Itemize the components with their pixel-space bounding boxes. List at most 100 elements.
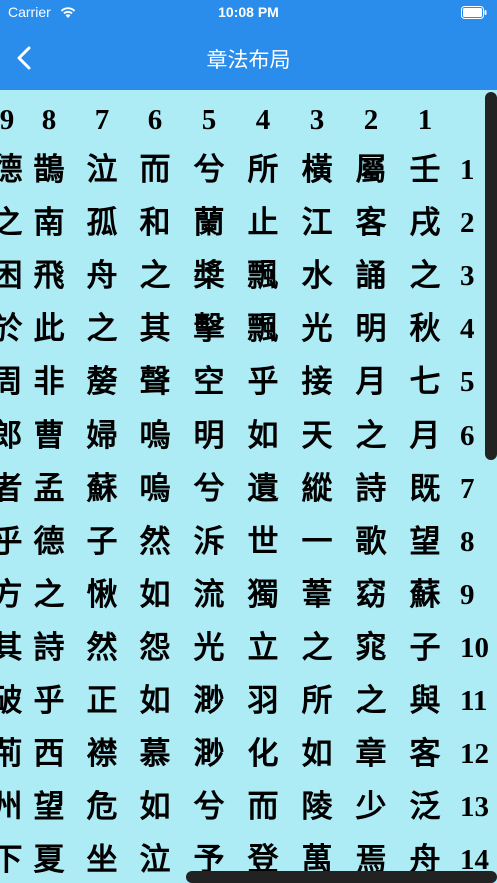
grid-character: 乎 (33, 683, 65, 719)
battery-icon (461, 6, 487, 19)
grid-character: 孟 (33, 470, 65, 507)
grid-character: 縱 (301, 470, 333, 507)
column-number: 7 (94, 104, 110, 136)
grid-character: 客 (355, 205, 387, 242)
grid-character: 愀 (86, 576, 118, 613)
grid-character: 羽 (247, 683, 279, 719)
grid-character: 月 (355, 364, 387, 401)
grid-character: 江 (301, 205, 333, 242)
grid-character: 月 (409, 417, 441, 454)
grid-character: 然 (139, 523, 171, 560)
grid-character: 擊 (193, 311, 225, 348)
grid-character: 如 (139, 576, 171, 613)
grid-character: 一 (301, 523, 333, 560)
grid-character: 飄 (247, 258, 279, 295)
grid-character: 戌 (409, 205, 441, 242)
grid-character: 乎 (247, 364, 279, 401)
column-number: 8 (41, 104, 57, 136)
grid-character: 德 (33, 523, 65, 560)
grid-character: 兮 (193, 789, 225, 826)
grid-character: 章 (355, 736, 387, 773)
row-number: 4 (460, 313, 475, 346)
grid-character: 危 (86, 789, 118, 826)
grid-character: 南 (33, 205, 65, 242)
grid-character: 孤 (86, 205, 118, 242)
grid-character: 水 (301, 258, 333, 295)
grid-character: 秋 (409, 311, 441, 348)
grid-character: 世 (247, 523, 279, 560)
status-bar: Carrier 10:08 PM (0, 0, 497, 26)
grid-character: 明 (355, 311, 387, 348)
grid-character: 之 (86, 311, 118, 348)
grid-character: 而 (139, 152, 171, 188)
grid-character: 夏 (33, 842, 65, 879)
grid-character: 光 (193, 629, 225, 666)
grid-character: 非 (33, 364, 65, 401)
row-number: 5 (460, 366, 475, 399)
grid-character: 而 (247, 789, 279, 826)
page-title: 章法布局 (206, 48, 291, 72)
vertical-scrollbar[interactable] (485, 92, 497, 460)
grid-character: 流 (193, 576, 225, 613)
grid-character: 蘇 (409, 576, 441, 613)
grid-character: 慕 (139, 736, 171, 773)
row-number: 9 (460, 578, 475, 611)
grid-character: 如 (139, 683, 171, 719)
grid-character: 如 (247, 417, 279, 454)
row-number: 6 (460, 419, 475, 452)
grid-character: 渺 (193, 736, 225, 773)
column-number: 1 (417, 104, 433, 136)
grid-character: 明 (193, 417, 225, 454)
grid-character: 嫠 (86, 364, 118, 401)
grid-character: 渺 (193, 683, 225, 719)
grid-character: 鵲 (33, 152, 65, 188)
grid-character: 所 (247, 152, 279, 188)
column-number: 2 (363, 104, 379, 136)
clock-time: 10:08 PM (218, 4, 279, 20)
grid-character: 泛 (409, 789, 441, 826)
row-number: 7 (460, 472, 475, 505)
grid-character: 如 (139, 789, 171, 826)
column-number: 6 (147, 104, 163, 136)
grid-character: 空 (193, 364, 225, 401)
grid-character: 少 (355, 789, 387, 826)
grid-character: 望 (409, 523, 441, 560)
grid-character: 橫 (301, 152, 333, 188)
grid-character: 正 (86, 683, 118, 719)
grid-character: 所 (301, 683, 333, 719)
character-grid[interactable]: 987654321德鵲泣而兮所橫屬壬1之南孤和蘭止江客戌2困飛舟之槳飄水誦之3於… (0, 90, 497, 883)
horizontal-scrollbar[interactable] (186, 871, 497, 883)
grid-character: 泝 (193, 523, 225, 560)
grid-character: 立 (247, 629, 279, 666)
row-number: 1 (460, 154, 475, 186)
grid-character: 陵 (301, 789, 333, 826)
column-number: 4 (255, 104, 271, 136)
grid-character: 此 (33, 311, 65, 348)
grid-character: 曹 (33, 417, 65, 454)
row-number: 2 (460, 207, 475, 240)
grid-character: 窈 (355, 576, 387, 613)
row-number: 12 (460, 738, 489, 771)
grid-character: 嗚 (139, 470, 171, 507)
grid-character: 婦 (86, 417, 118, 454)
grid-character: 止 (247, 205, 279, 242)
grid-character: 化 (247, 736, 279, 773)
grid-character: 飄 (247, 311, 279, 348)
grid-character: 屬 (355, 152, 387, 188)
grid-character: 襟 (86, 736, 118, 773)
row-number: 11 (460, 685, 488, 717)
grid-character: 與 (409, 683, 441, 719)
grid-character: 窕 (355, 629, 387, 666)
grid-character: 和 (139, 205, 171, 242)
grid-character: 七 (409, 364, 441, 401)
grid-character: 舟 (86, 258, 118, 295)
row-number: 8 (460, 525, 475, 558)
grid-character: 望 (33, 789, 65, 826)
grid-character: 詩 (355, 470, 387, 507)
grid-character: 之 (301, 629, 333, 666)
grid-character: 兮 (193, 470, 225, 507)
grid-character: 之 (33, 576, 65, 613)
grid-character: 蘇 (86, 470, 118, 507)
grid-character: 之 (409, 258, 441, 295)
grid-character: 子 (86, 523, 118, 560)
